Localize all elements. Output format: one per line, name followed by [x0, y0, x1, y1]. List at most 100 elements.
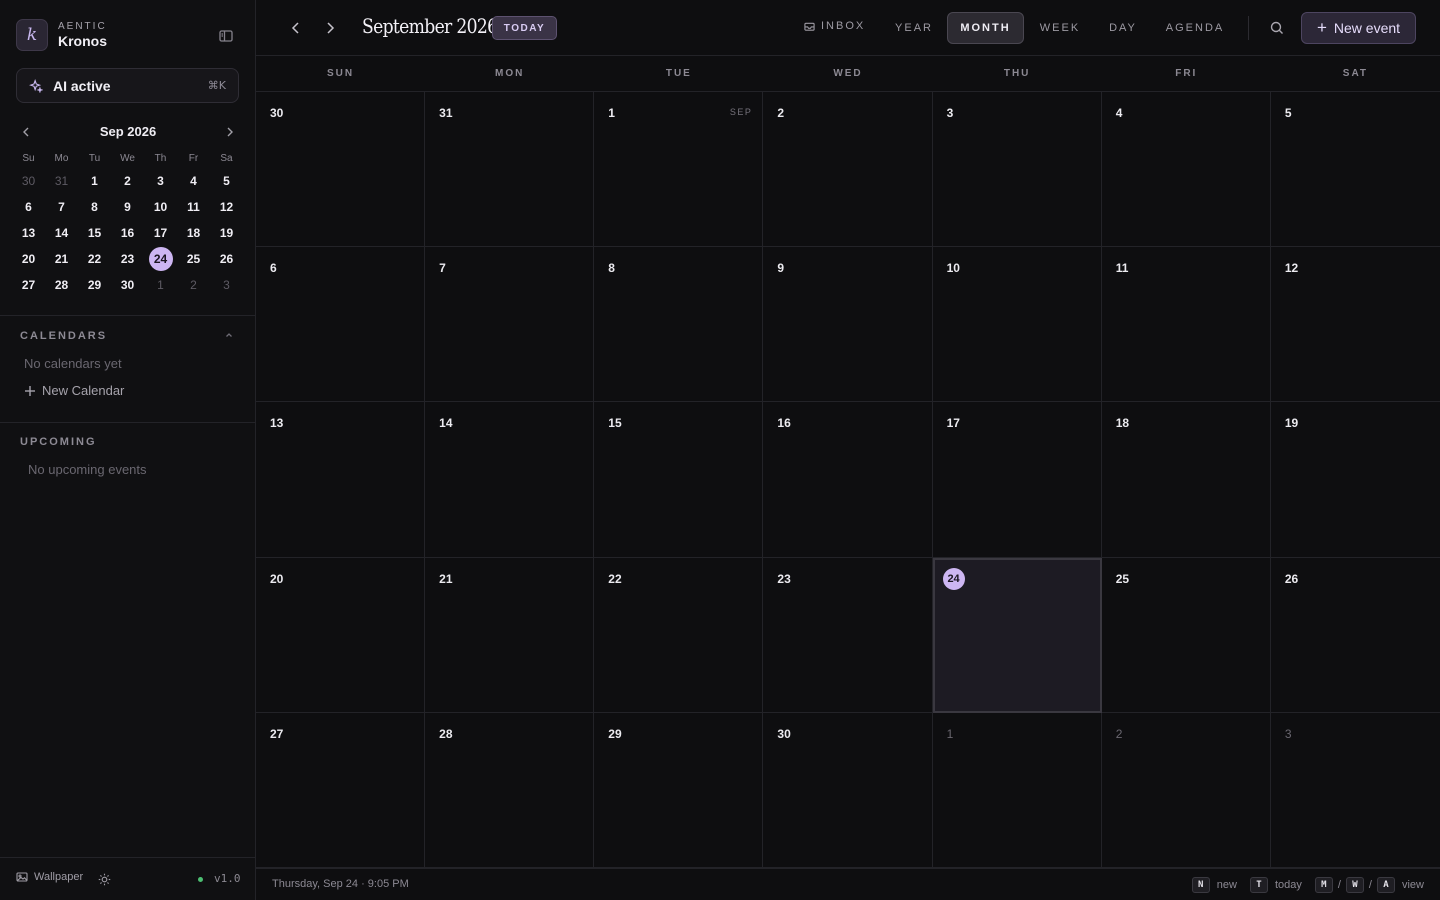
mini-day[interactable]: 2	[177, 272, 210, 298]
mini-day[interactable]: 7	[45, 194, 78, 220]
mini-day[interactable]: 3	[144, 168, 177, 194]
today-button[interactable]: TODAY	[492, 16, 557, 40]
new-event-button[interactable]: + New event	[1301, 12, 1416, 44]
mini-day[interactable]: 17	[144, 220, 177, 246]
mini-next-month-icon[interactable]	[223, 125, 237, 139]
next-month-icon[interactable]	[321, 19, 339, 37]
mini-day-number: 4	[190, 174, 197, 188]
mini-day[interactable]: 12	[210, 194, 243, 220]
mini-day[interactable]: 11	[177, 194, 210, 220]
day-cell[interactable]: 30	[763, 712, 933, 868]
day-cell[interactable]: 10	[932, 247, 1102, 403]
tab-month[interactable]: MONTH	[947, 12, 1024, 44]
mini-day[interactable]: 1	[78, 168, 111, 194]
day-cell[interactable]: 7	[425, 247, 595, 403]
mini-day[interactable]: 15	[78, 220, 111, 246]
wallpaper-button[interactable]: Wallpaper	[16, 871, 83, 883]
hint-separator: /	[1368, 879, 1372, 891]
mini-day[interactable]: 22	[78, 246, 111, 272]
mini-day[interactable]: 3	[210, 272, 243, 298]
image-icon	[16, 872, 28, 882]
day-cell[interactable]: 31	[425, 92, 595, 248]
day-cell[interactable]: 26	[1270, 557, 1440, 713]
mini-day[interactable]: 1	[144, 272, 177, 298]
mini-day[interactable]: 6	[12, 194, 45, 220]
new-calendar-button[interactable]: New Calendar	[24, 383, 124, 398]
mini-day[interactable]: 30	[12, 168, 45, 194]
month-grid: 30 31 1 SEP 2 3 4 5 6 7 8 9 10 11 12 13 14 15 16 17 18 19 20 21…	[256, 92, 1440, 868]
mini-day[interactable]: 14	[45, 220, 78, 246]
mini-day[interactable]: 21	[45, 246, 78, 272]
topbar: September 2026 TODAY INBOX YEAR MONTH WE…	[256, 0, 1440, 56]
mini-day-number: 30	[21, 174, 36, 188]
day-cell-today[interactable]: 24	[932, 557, 1102, 713]
mini-day-selected[interactable]: 24	[144, 246, 177, 272]
tab-week[interactable]: WEEK	[1030, 12, 1090, 44]
day-cell[interactable]: 25	[1101, 557, 1271, 713]
day-number: 21	[439, 571, 453, 586]
chevron-up-icon[interactable]	[224, 330, 234, 340]
day-cell[interactable]: 4	[1101, 92, 1271, 248]
mini-day[interactable]: 2	[111, 168, 144, 194]
day-cell[interactable]: 1 SEP	[594, 92, 764, 248]
ai-shortcut: ⌘K	[207, 79, 226, 92]
day-cell[interactable]: 17	[932, 402, 1102, 558]
prev-month-icon[interactable]	[287, 19, 305, 37]
day-cell[interactable]: 2	[1101, 712, 1271, 868]
mini-day[interactable]: 28	[45, 272, 78, 298]
day-cell[interactable]: 21	[425, 557, 595, 713]
mini-day[interactable]: 5	[210, 168, 243, 194]
day-cell[interactable]: 29	[594, 712, 764, 868]
day-cell[interactable]: 2	[763, 92, 933, 248]
mini-day[interactable]: 8	[78, 194, 111, 220]
day-cell[interactable]: 27	[256, 712, 426, 868]
mini-day[interactable]: 18	[177, 220, 210, 246]
mini-day-number: 2	[124, 174, 131, 188]
day-cell[interactable]: 15	[594, 402, 764, 558]
day-cell[interactable]: 30	[256, 92, 426, 248]
tab-year[interactable]: YEAR	[884, 12, 944, 44]
day-cell[interactable]: 6	[256, 247, 426, 403]
mini-day[interactable]: 20	[12, 246, 45, 272]
mini-day[interactable]: 19	[210, 220, 243, 246]
mini-day[interactable]: 16	[111, 220, 144, 246]
day-cell[interactable]: 20	[256, 557, 426, 713]
mini-day[interactable]: 30	[111, 272, 144, 298]
brand[interactable]: k AENTIC Kronos	[16, 19, 107, 51]
day-cell[interactable]: 3	[1270, 712, 1440, 868]
day-cell[interactable]: 5	[1270, 92, 1440, 248]
day-cell[interactable]: 16	[763, 402, 933, 558]
mini-day[interactable]: 31	[45, 168, 78, 194]
mini-day[interactable]: 9	[111, 194, 144, 220]
day-cell[interactable]: 28	[425, 712, 595, 868]
mini-day[interactable]: 27	[12, 272, 45, 298]
sidebar-toggle-icon[interactable]	[218, 28, 234, 44]
day-cell[interactable]: 19	[1270, 402, 1440, 558]
mini-day[interactable]: 4	[177, 168, 210, 194]
inbox-button[interactable]: INBOX	[804, 20, 865, 32]
search-icon[interactable]	[1269, 20, 1285, 36]
ai-status-button[interactable]: AI active ⌘K	[16, 68, 239, 103]
mini-day[interactable]: 25	[177, 246, 210, 272]
mini-day[interactable]: 13	[12, 220, 45, 246]
day-cell[interactable]: 9	[763, 247, 933, 403]
day-cell[interactable]: 18	[1101, 402, 1271, 558]
day-cell[interactable]: 1	[932, 712, 1102, 868]
day-cell[interactable]: 8	[594, 247, 764, 403]
day-cell[interactable]: 13	[256, 402, 426, 558]
theme-sun-icon[interactable]	[98, 873, 111, 886]
day-cell[interactable]: 11	[1101, 247, 1271, 403]
mini-day[interactable]: 10	[144, 194, 177, 220]
day-cell[interactable]: 3	[932, 92, 1102, 248]
tab-agenda[interactable]: AGENDA	[1156, 12, 1234, 44]
mini-day[interactable]: 29	[78, 272, 111, 298]
day-number: 27	[270, 726, 284, 741]
day-cell[interactable]: 22	[594, 557, 764, 713]
mini-day[interactable]: 23	[111, 246, 144, 272]
tab-day[interactable]: DAY	[1096, 12, 1150, 44]
day-cell[interactable]: 23	[763, 557, 933, 713]
day-cell[interactable]: 12	[1270, 247, 1440, 403]
day-cell[interactable]: 14	[425, 402, 595, 558]
calendars-section-title[interactable]: CALENDARS	[20, 330, 107, 342]
mini-day[interactable]: 26	[210, 246, 243, 272]
